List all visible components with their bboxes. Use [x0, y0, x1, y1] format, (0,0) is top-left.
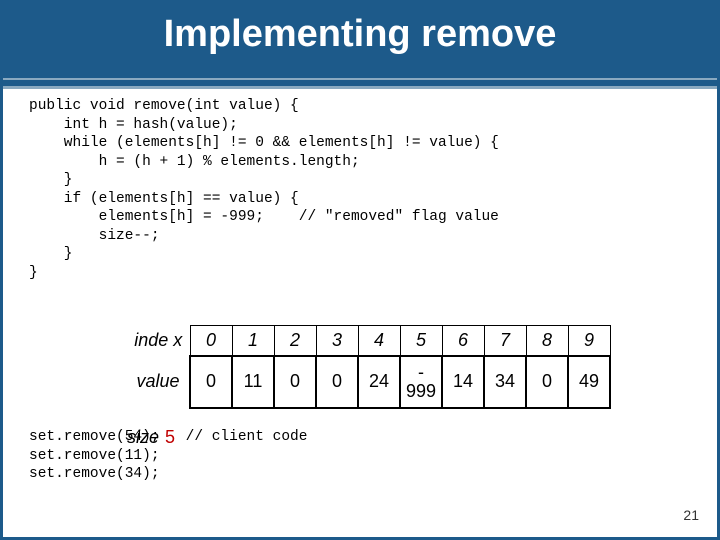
array-table: inde x 0 1 2 3 4 5 6 7 8 9 value 0 11: [127, 325, 611, 409]
index-cell: 9: [568, 326, 610, 357]
value-cell: 0: [274, 356, 316, 408]
value-cell: 49: [568, 356, 610, 408]
title-bar: Implementing remove: [3, 3, 717, 89]
index-cell: 6: [442, 326, 484, 357]
value-cell: - 999: [400, 356, 442, 408]
value-cell: 14: [442, 356, 484, 408]
index-cell: 1: [232, 326, 274, 357]
index-row-label: inde x: [127, 326, 190, 357]
index-cell: 4: [358, 326, 400, 357]
index-cell: 8: [526, 326, 568, 357]
index-cell: 2: [274, 326, 316, 357]
title-underline: [3, 78, 717, 80]
value-cell: 0: [316, 356, 358, 408]
value-row-label: value: [127, 356, 190, 408]
slide: Implementing remove public void remove(i…: [0, 0, 720, 540]
hash-table: inde x 0 1 2 3 4 5 6 7 8 9 value 0 11: [127, 325, 611, 409]
size-value: 5: [165, 427, 175, 447]
value-cell: 11: [232, 356, 274, 408]
slide-title: Implementing remove: [164, 13, 557, 55]
value-cell: 0: [526, 356, 568, 408]
size-overlay: size 5: [127, 427, 175, 448]
code-block: public void remove(int value) { int h = …: [29, 97, 717, 282]
page-number: 21: [683, 507, 699, 523]
size-label: size: [127, 427, 159, 447]
index-cell: 0: [190, 326, 232, 357]
index-cell: 5: [400, 326, 442, 357]
value-cell: 24: [358, 356, 400, 408]
value-cell: 0: [190, 356, 232, 408]
value-cell: 34: [484, 356, 526, 408]
index-cell: 3: [316, 326, 358, 357]
index-cell: 7: [484, 326, 526, 357]
